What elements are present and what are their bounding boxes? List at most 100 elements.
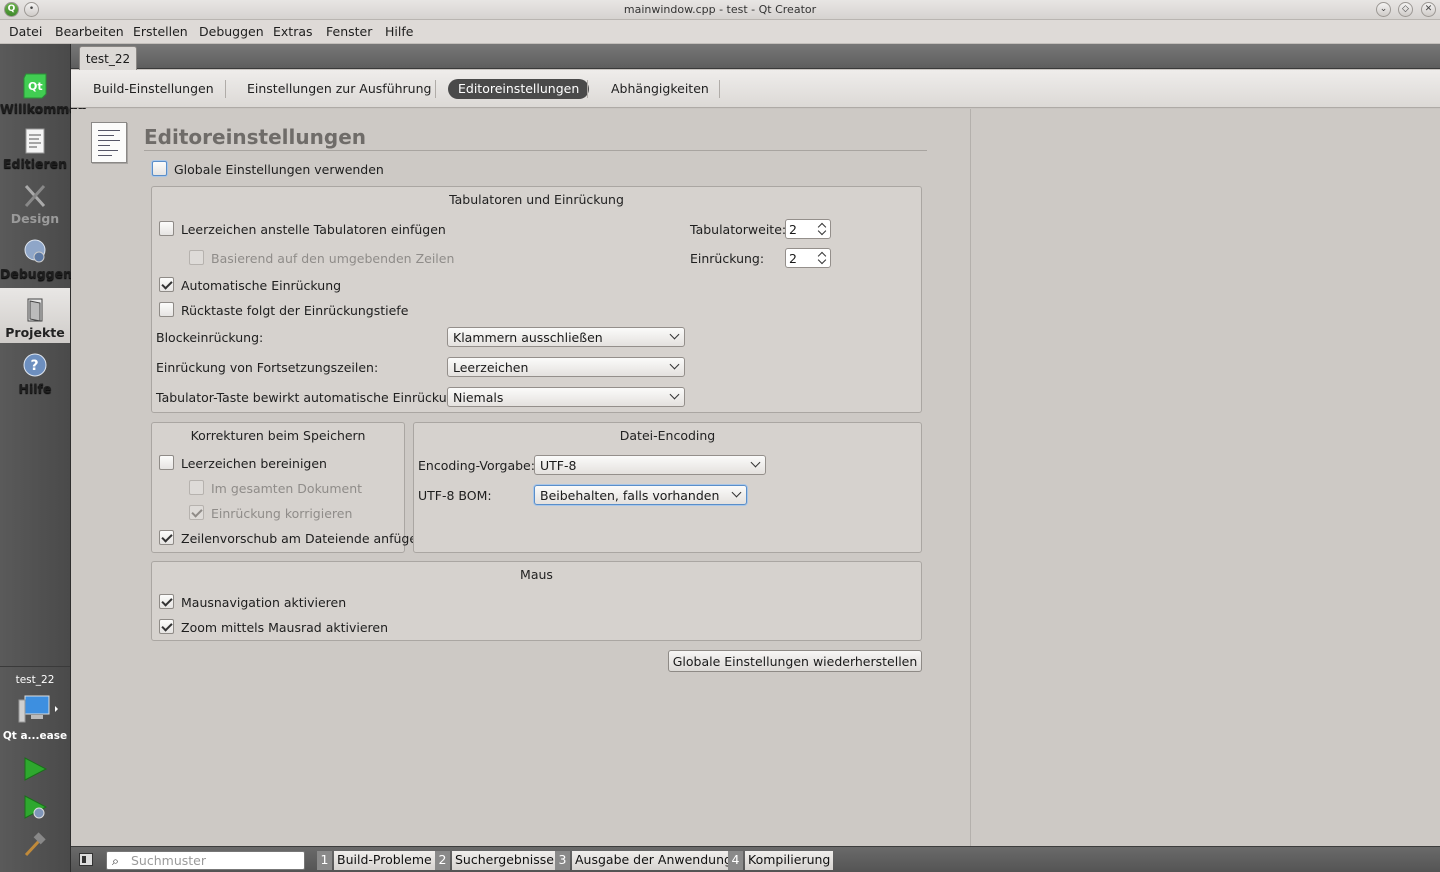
utf8-bom-label: UTF-8 BOM: bbox=[418, 488, 492, 503]
menu-bearbeiten[interactable]: Bearbeiten bbox=[55, 24, 124, 39]
tab-key-value: Niemals bbox=[453, 390, 504, 405]
block-indent-combo[interactable]: Klammern ausschließen bbox=[447, 327, 685, 347]
continuation-indent-label: Einrückung von Fortsetzungszeilen: bbox=[156, 360, 379, 375]
editor-settings-panel: Editoreinstellungen Globale Einstellunge… bbox=[71, 109, 970, 846]
indent-size-label: Einrückung: bbox=[690, 251, 765, 266]
close-icon[interactable]: ✕ bbox=[1421, 2, 1436, 17]
newline-at-end-checkbox[interactable] bbox=[159, 530, 174, 545]
default-encoding-combo[interactable]: UTF-8 bbox=[534, 455, 766, 475]
modebar-divider bbox=[0, 666, 70, 667]
indent-size-value: 2 bbox=[789, 251, 797, 266]
menu-extras[interactable]: Extras bbox=[273, 24, 313, 39]
entire-document-checkbox[interactable] bbox=[189, 480, 204, 495]
chevron-down-icon bbox=[669, 389, 680, 400]
chevron-down-icon bbox=[731, 487, 742, 498]
file-encoding-group: Datei-Encoding Encoding-Vorgabe: UTF-8 U… bbox=[413, 422, 922, 553]
use-global-settings-label: Globale Einstellungen verwenden bbox=[174, 162, 384, 177]
auto-indent-label: Automatische Einrückung bbox=[181, 278, 342, 293]
mouse-navigation-label: Mausnavigation aktivieren bbox=[181, 595, 347, 610]
chevron-down-icon bbox=[669, 329, 680, 340]
entire-document-label: Im gesamten Dokument bbox=[211, 481, 363, 496]
project-tab-test22[interactable]: test_22 bbox=[79, 46, 137, 70]
kit-name: Qt a...ease bbox=[2, 730, 68, 742]
menu-fenster[interactable]: Fenster bbox=[326, 24, 372, 39]
file-encoding-title: Datei-Encoding bbox=[619, 428, 716, 443]
mode-sidebar: Qt Willkommen Editieren Design Debuggen … bbox=[0, 44, 87, 872]
menu-hilfe[interactable]: Hilfe bbox=[385, 24, 413, 39]
mode-help[interactable]: ? Hilfe bbox=[0, 344, 70, 399]
wheel-zoom-checkbox[interactable] bbox=[159, 619, 174, 634]
menu-datei[interactable]: Datei bbox=[9, 24, 42, 39]
build-button[interactable] bbox=[22, 832, 48, 861]
tab-editor-settings[interactable]: Editoreinstellungen bbox=[448, 79, 590, 99]
backspace-follows-checkbox[interactable] bbox=[159, 302, 174, 317]
tab-separator bbox=[435, 80, 436, 98]
design-tools-icon bbox=[24, 184, 46, 208]
mode-design[interactable]: Design bbox=[0, 174, 70, 229]
tab-key-combo[interactable]: Niemals bbox=[447, 387, 685, 407]
tab-separator bbox=[225, 80, 226, 98]
menu-erstellen[interactable]: Erstellen bbox=[133, 24, 188, 39]
clean-whitespace-checkbox[interactable] bbox=[159, 455, 174, 470]
editor-settings-page-icon bbox=[91, 122, 127, 163]
menu-debuggen[interactable]: Debuggen bbox=[199, 24, 264, 39]
debug-play-icon bbox=[24, 795, 48, 819]
toggle-sidebar-icon[interactable] bbox=[79, 853, 93, 866]
chevron-down-icon bbox=[669, 359, 680, 370]
mouse-group-title: Maus bbox=[520, 567, 553, 582]
block-indent-value: Klammern ausschließen bbox=[453, 330, 603, 345]
locator-search-input[interactable]: ⌕ Suchmuster bbox=[106, 851, 305, 870]
tab-build-settings[interactable]: Build-Einstellungen bbox=[83, 79, 224, 99]
mode-debug[interactable]: Debuggen bbox=[0, 229, 72, 284]
auto-indent-checkbox[interactable] bbox=[159, 277, 174, 292]
block-indent-label: Blockeinrückung: bbox=[156, 330, 264, 345]
mode-welcome[interactable]: Qt Willkommen bbox=[0, 64, 87, 119]
newline-at-end-label: Zeilenvorschub am Dateiende anfügen bbox=[181, 531, 425, 546]
svg-text:Qt: Qt bbox=[28, 80, 43, 93]
pane-number: 1 bbox=[317, 851, 332, 870]
window-titlebar: Q • mainwindow.cpp - test - Qt Creator ⌄… bbox=[0, 0, 1440, 20]
desktop-monitor-icon bbox=[18, 695, 58, 723]
indent-size-spinbox[interactable]: 2 bbox=[785, 248, 831, 268]
mode-help-label: Hilfe bbox=[18, 381, 52, 396]
tab-dependencies[interactable]: Abhängigkeiten bbox=[601, 79, 719, 99]
project-tab-bar: test_22 bbox=[71, 44, 1440, 70]
qt-logo-icon: Qt bbox=[23, 73, 47, 99]
tab-separator bbox=[719, 80, 720, 98]
pane-number: 2 bbox=[435, 851, 450, 870]
spaces-instead-tabs-checkbox[interactable] bbox=[159, 221, 174, 236]
mode-welcome-label: Willkommen bbox=[0, 101, 87, 116]
based-on-surrounding-checkbox[interactable] bbox=[189, 250, 204, 265]
default-encoding-label: Encoding-Vorgabe: bbox=[418, 458, 535, 473]
mode-edit[interactable]: Editieren bbox=[0, 119, 70, 174]
tab-width-value: 2 bbox=[789, 222, 797, 237]
projects-folder-icon bbox=[27, 298, 43, 322]
tab-run-settings[interactable]: Einstellungen zur Ausführung bbox=[237, 79, 441, 99]
window-title: mainwindow.cpp - test - Qt Creator bbox=[623, 3, 817, 16]
bottom-status-bar: ⌕ Suchmuster 1 Build-Probleme 2 Sucherge… bbox=[71, 846, 1440, 872]
debug-run-button[interactable] bbox=[22, 794, 48, 823]
tab-width-spinbox[interactable]: 2 bbox=[785, 219, 831, 239]
clean-indentation-checkbox[interactable] bbox=[189, 505, 204, 520]
search-icon: ⌕ bbox=[112, 853, 120, 868]
clean-whitespace-label: Leerzeichen bereinigen bbox=[181, 456, 327, 471]
kit-project-name: test_22 bbox=[15, 674, 55, 686]
mouse-group: Maus Mausnavigation aktivieren Zoom mitt… bbox=[151, 561, 922, 641]
mode-edit-label: Editieren bbox=[2, 156, 68, 171]
restore-global-settings-button[interactable]: Globale Einstellungen wiederherstellen bbox=[668, 650, 922, 672]
run-button[interactable] bbox=[22, 756, 48, 785]
mouse-navigation-checkbox[interactable] bbox=[159, 594, 174, 609]
continuation-indent-combo[interactable]: Leerzeichen bbox=[447, 357, 685, 377]
utf8-bom-combo[interactable]: Beibehalten, falls vorhanden bbox=[534, 485, 747, 505]
menu-bar: Datei Bearbeiten Erstellen Debuggen Extr… bbox=[0, 20, 1440, 44]
maximize-icon[interactable]: ◇ bbox=[1398, 2, 1413, 17]
mode-projects[interactable]: Projekte bbox=[0, 288, 70, 343]
minimize-icon[interactable]: ⌄ bbox=[1376, 2, 1391, 17]
pane-label: Suchergebnisse bbox=[452, 851, 557, 870]
pane-label: Kompilierung bbox=[745, 851, 834, 870]
search-placeholder: Suchmuster bbox=[131, 853, 206, 868]
kit-selector[interactable] bbox=[17, 694, 59, 726]
utf8-bom-value: Beibehalten, falls vorhanden bbox=[540, 488, 720, 503]
clean-indentation-label: Einrückung korrigieren bbox=[211, 506, 353, 521]
use-global-settings-checkbox[interactable] bbox=[152, 161, 167, 176]
